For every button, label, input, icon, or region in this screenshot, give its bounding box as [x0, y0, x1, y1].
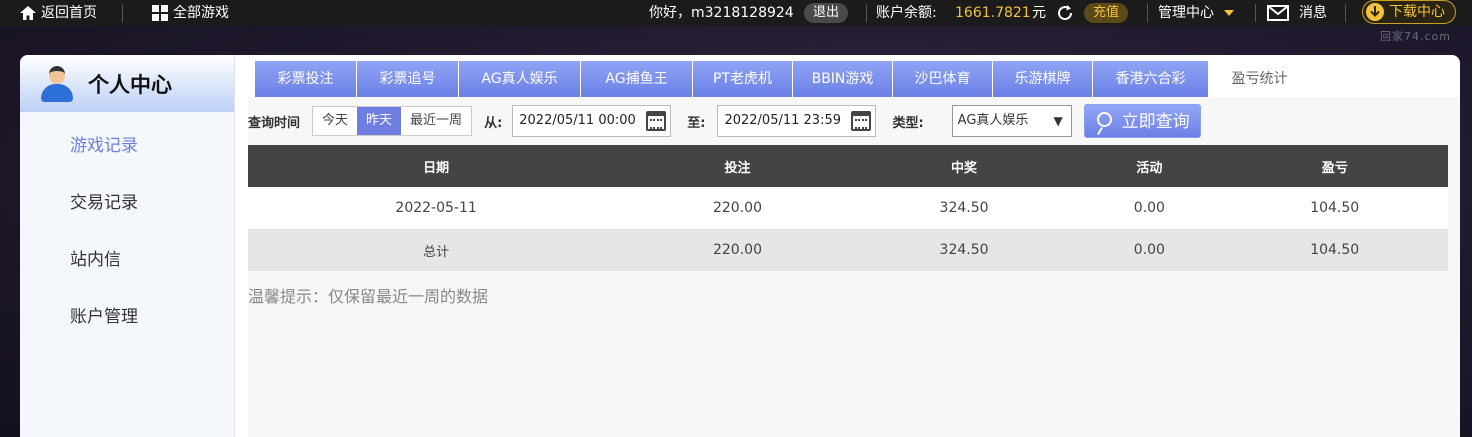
column-header-date: 日期: [248, 145, 625, 187]
manage-center-dropdown[interactable]: 管理中心: [1158, 0, 1234, 26]
user-avatar-icon: [40, 65, 74, 102]
column-header-activity: 活动: [1077, 145, 1222, 187]
messages-label: 消息: [1299, 5, 1327, 21]
refresh-icon: [1058, 5, 1073, 21]
envelope-icon: [1267, 5, 1289, 21]
column-header-profit-loss: 盈亏: [1221, 145, 1448, 187]
range-today[interactable]: 今天: [313, 107, 357, 135]
caret-down-icon: [1224, 10, 1234, 16]
divider: [1345, 4, 1346, 22]
sidebar-item-game-records[interactable]: 游戏记录: [70, 131, 138, 156]
sidebar-item-transaction-records[interactable]: 交易记录: [70, 188, 138, 213]
home-icon: [20, 6, 36, 20]
tab-ag-live[interactable]: AG真人娱乐: [459, 61, 581, 97]
to-date-value: 2022/05/11 23:59: [724, 113, 841, 128]
balance-unit: 元: [1032, 5, 1046, 21]
table-header-row: 日期 投注 中奖 活动 盈亏: [248, 145, 1448, 187]
table-cell: 2022-05-11: [248, 187, 625, 230]
sidebar-item-account-management[interactable]: 账户管理: [70, 302, 138, 327]
divider: [1255, 4, 1256, 22]
greeting: 你好，m3218128924: [649, 5, 794, 21]
messages-link[interactable]: 消息: [1267, 0, 1327, 26]
range-last-week[interactable]: 最近一周: [401, 107, 471, 135]
calendar-icon[interactable]: [851, 111, 872, 131]
retention-tip: 温馨提示：仅保留最近一周的数据: [248, 287, 489, 306]
to-date-input[interactable]: 2022/05/11 23:59: [717, 105, 877, 137]
filter-row: 查询时间 今天 昨天 最近一周 从: 2022/05/11 00:00 至: 2…: [248, 104, 1460, 138]
table-cell: 220.00: [624, 229, 851, 271]
sidebar: 个人中心 游戏记录 交易记录 站内信 账户管理: [20, 55, 235, 437]
download-icon: [1366, 3, 1384, 21]
date-range-selector: 今天 昨天 最近一周: [312, 106, 473, 136]
table-cell: 324.50: [850, 229, 1078, 271]
triangle-down-icon: ▼: [1053, 114, 1063, 128]
type-label: 类型:: [892, 115, 924, 131]
tab-leyou-chess[interactable]: 乐游棋牌: [993, 61, 1093, 97]
table-cell: 0.00: [1077, 229, 1222, 271]
balance-label: 账户余额:: [876, 5, 937, 21]
logout-label: 退出: [804, 3, 849, 23]
recharge-label: 充值: [1084, 3, 1129, 23]
main-panel: 个人中心 游戏记录 交易记录 站内信 账户管理 彩票投注 彩票追号 AG真人娱乐…: [20, 55, 1460, 437]
recharge-button[interactable]: 充值: [1084, 0, 1129, 26]
column-header-win: 中奖: [850, 145, 1078, 187]
table-row: 2022-05-11 220.00 324.50 0.00 104.50: [248, 187, 1448, 230]
all-games-label: 全部游戏: [173, 5, 229, 21]
table-cell: 104.50: [1221, 229, 1448, 271]
from-date-input[interactable]: 2022/05/11 00:00: [512, 105, 672, 137]
query-time-label: 查询时间: [248, 115, 301, 131]
home-link-label: 返回首页: [41, 5, 97, 21]
table-cell: 0.00: [1077, 187, 1222, 230]
divider: [122, 4, 123, 22]
magnifier-icon: [1096, 112, 1112, 127]
all-games-link[interactable]: 全部游戏: [152, 0, 229, 26]
sidebar-header: 个人中心: [20, 55, 234, 112]
tab-saba-sports[interactable]: 沙巴体育: [893, 61, 993, 97]
refresh-button[interactable]: [1056, 0, 1074, 26]
type-select-value: AG真人娱乐: [957, 113, 1029, 128]
sidebar-title: 个人中心: [88, 72, 172, 97]
divider: [1147, 4, 1148, 22]
calendar-icon[interactable]: [646, 111, 667, 131]
tab-lottery-chase[interactable]: 彩票追号: [357, 61, 459, 97]
download-center-button[interactable]: 下载中心: [1362, 0, 1456, 24]
tab-bar: 彩票投注 彩票追号 AG真人娱乐 AG捕鱼王 PT老虎机 BBIN游戏 沙巴体育…: [255, 61, 1311, 97]
download-center-label: 下载中心: [1389, 4, 1445, 20]
table-cell: 220.00: [624, 187, 851, 230]
table-cell: 104.50: [1221, 187, 1448, 230]
manage-center-label: 管理中心: [1158, 5, 1214, 21]
table-cell: 324.50: [850, 187, 1078, 230]
tab-hk-mark-six[interactable]: 香港六合彩: [1093, 61, 1209, 97]
range-yesterday[interactable]: 昨天: [357, 107, 402, 135]
tab-pt-slots[interactable]: PT老虎机: [693, 61, 793, 97]
from-date-value: 2022/05/11 00:00: [519, 113, 636, 128]
logout-button[interactable]: 退出: [804, 0, 849, 26]
sidebar-item-inbox[interactable]: 站内信: [70, 245, 121, 270]
tab-profit-loss[interactable]: 盈亏统计: [1209, 61, 1311, 97]
divider: [866, 4, 867, 22]
table-cell: 总计: [248, 229, 625, 271]
tab-bbin-games[interactable]: BBIN游戏: [793, 61, 893, 97]
balance-value: 1661.7821: [955, 5, 1031, 21]
grid-icon: [152, 5, 168, 21]
from-label: 从:: [484, 115, 503, 131]
watermark: 回家74.com: [1380, 30, 1451, 43]
table-total-row: 总计 220.00 324.50 0.00 104.50: [248, 229, 1448, 271]
column-header-bet: 投注: [624, 145, 851, 187]
to-label: 至:: [687, 115, 706, 131]
query-button[interactable]: 立即查询: [1083, 104, 1201, 138]
results-table: 日期 投注 中奖 活动 盈亏 2022-05-11 220.00 324.50 …: [248, 145, 1448, 271]
tab-ag-fishing[interactable]: AG捕鱼王: [581, 61, 693, 97]
top-bar: 返回首页 全部游戏 你好，m3218128924 退出 账户余额: 1661.7…: [0, 0, 1472, 26]
content-area: 查询时间 今天 昨天 最近一周 从: 2022/05/11 00:00 至: 2…: [248, 97, 1460, 437]
query-button-label: 立即查询: [1121, 112, 1190, 132]
type-select[interactable]: AG真人娱乐 ▼: [951, 105, 1072, 137]
tab-lottery-bet[interactable]: 彩票投注: [255, 61, 357, 97]
home-link[interactable]: 返回首页: [20, 0, 97, 26]
